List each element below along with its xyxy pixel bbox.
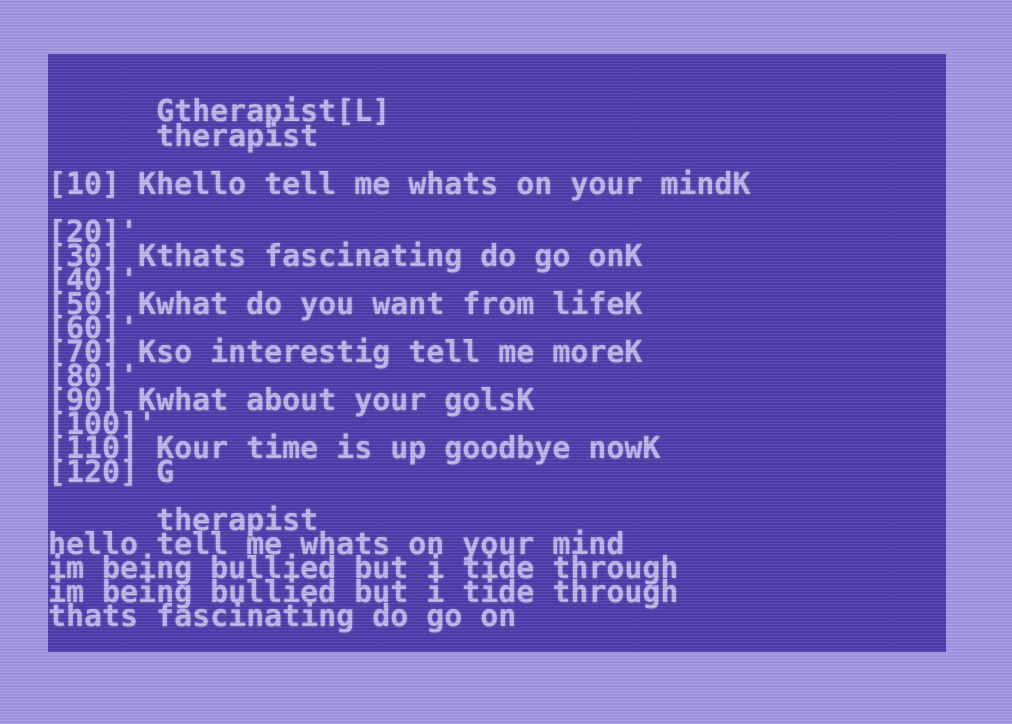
listing-line-120: [120] G: [48, 455, 175, 490]
listing-header-2: therapist: [48, 119, 319, 154]
c64-screen: Gtherapist[L] therapist [10] Khello tell…: [48, 54, 946, 652]
output-line-4: thats fascinating do go on: [48, 599, 517, 634]
listing-line-10: [10] Khello tell me whats on your mindK: [48, 167, 751, 202]
